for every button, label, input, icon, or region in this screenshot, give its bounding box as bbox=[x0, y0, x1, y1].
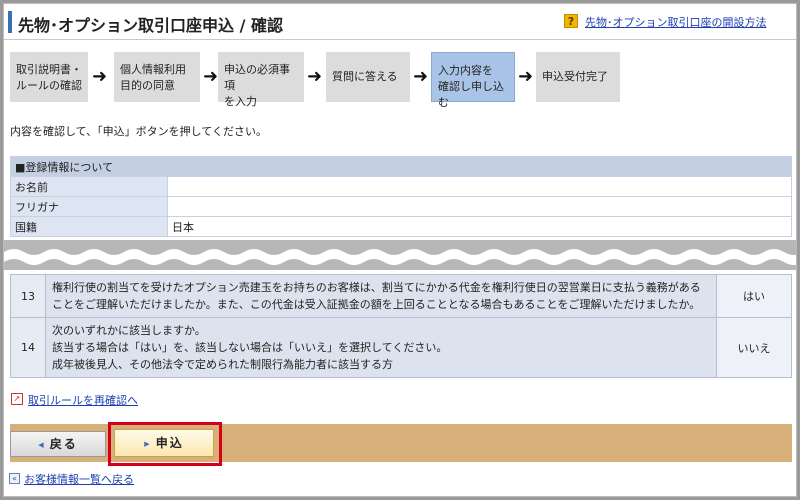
table-row: 国籍 日本 bbox=[10, 216, 792, 237]
name-value bbox=[167, 176, 792, 197]
table-row: お名前 bbox=[10, 176, 792, 197]
step-label: 申込の必須事項 を入力 bbox=[224, 63, 290, 108]
question-answer: いいえ bbox=[716, 317, 792, 378]
step-privacy-consent: 個人情報利用 目的の同意 bbox=[114, 52, 200, 102]
apply-button-label: 申込 bbox=[155, 436, 184, 450]
step-label: 個人情報利用 目的の同意 bbox=[120, 63, 186, 92]
step-arrow-icon: ➜ bbox=[518, 66, 534, 87]
step-arrow-icon: ➜ bbox=[307, 66, 323, 87]
question-answer: はい bbox=[716, 274, 792, 318]
question-number: 14 bbox=[10, 317, 46, 378]
step-confirm-and-apply: 入力内容を 確認し申し込む bbox=[431, 52, 515, 109]
question-number: 13 bbox=[10, 274, 46, 318]
help-icon[interactable]: ? bbox=[564, 14, 578, 28]
arrow-right-icon: ▶ bbox=[144, 439, 150, 448]
double-chevron-left-icon: « bbox=[9, 473, 20, 484]
question-text: 権利行使の割当てを受けたオプション売建玉をお持ちのお客様は、割当てにかかる代金を… bbox=[45, 274, 717, 318]
questions-table: 13 権利行使の割当てを受けたオプション売建玉をお持ちのお客様は、割当てにかかる… bbox=[10, 274, 792, 378]
registration-heading: ■登録情報について bbox=[10, 156, 792, 177]
step-label: 質問に答える bbox=[332, 70, 398, 83]
step-arrow-icon: ➜ bbox=[413, 66, 429, 87]
step-label: 取引説明書・ ルールの確認 bbox=[16, 63, 82, 92]
back-button[interactable]: ◀ 戻る bbox=[10, 431, 106, 457]
step-label: 入力内容を 確認し申し込む bbox=[438, 64, 504, 109]
external-link-icon: ↗ bbox=[11, 393, 23, 405]
recheck-rules-link[interactable]: 取引ルールを再確認へ bbox=[28, 392, 138, 408]
name-label: お名前 bbox=[10, 176, 168, 197]
back-button-label: 戻る bbox=[49, 437, 78, 451]
instruction-text: 内容を確認して、「申込」ボタンを押してください。 bbox=[10, 125, 267, 138]
page-frame: 先物･オプション取引口座申込 / 確認 ? 先物･オプション取引口座の開設方法 … bbox=[3, 3, 797, 497]
step-arrow-icon: ➜ bbox=[92, 66, 108, 87]
table-row: 13 権利行使の割当てを受けたオプション売建玉をお持ちのお客様は、割当てにかかる… bbox=[10, 274, 792, 318]
step-read-documents: 取引説明書・ ルールの確認 bbox=[10, 52, 88, 102]
arrow-left-icon: ◀ bbox=[38, 440, 44, 449]
step-label: 申込受付完了 bbox=[542, 70, 608, 83]
page-title: 先物･オプション取引口座申込 / 確認 bbox=[18, 16, 283, 35]
table-row: 14 次のいずれかに該当しますか。 該当する場合は「はい」を、該当しない場合は「… bbox=[10, 317, 792, 378]
furigana-value bbox=[167, 196, 792, 217]
nationality-value: 日本 bbox=[167, 216, 792, 237]
registration-table: ■登録情報について お名前 フリガナ 国籍 日本 bbox=[10, 156, 792, 237]
step-required-input: 申込の必須事項 を入力 bbox=[218, 52, 304, 108]
step-application-complete: 申込受付完了 bbox=[536, 52, 620, 102]
step-arrow-icon: ➜ bbox=[203, 66, 219, 87]
registration-heading-row: ■登録情報について bbox=[10, 156, 792, 177]
account-opening-help-link[interactable]: 先物･オプション取引口座の開設方法 bbox=[585, 14, 767, 30]
apply-button[interactable]: ▶ 申込 bbox=[114, 429, 214, 457]
nationality-label: 国籍 bbox=[10, 216, 168, 237]
step-answer-questions: 質問に答える bbox=[326, 52, 410, 102]
furigana-label: フリガナ bbox=[10, 196, 168, 217]
omitted-section-divider bbox=[4, 240, 796, 270]
table-row: フリガナ bbox=[10, 196, 792, 217]
question-text: 次のいずれかに該当しますか。 該当する場合は「はい」を、該当しない場合は「いいえ… bbox=[45, 317, 717, 378]
customer-info-list-link[interactable]: お客様情報一覧へ戻る bbox=[24, 471, 134, 487]
title-accent-bar bbox=[8, 11, 12, 33]
